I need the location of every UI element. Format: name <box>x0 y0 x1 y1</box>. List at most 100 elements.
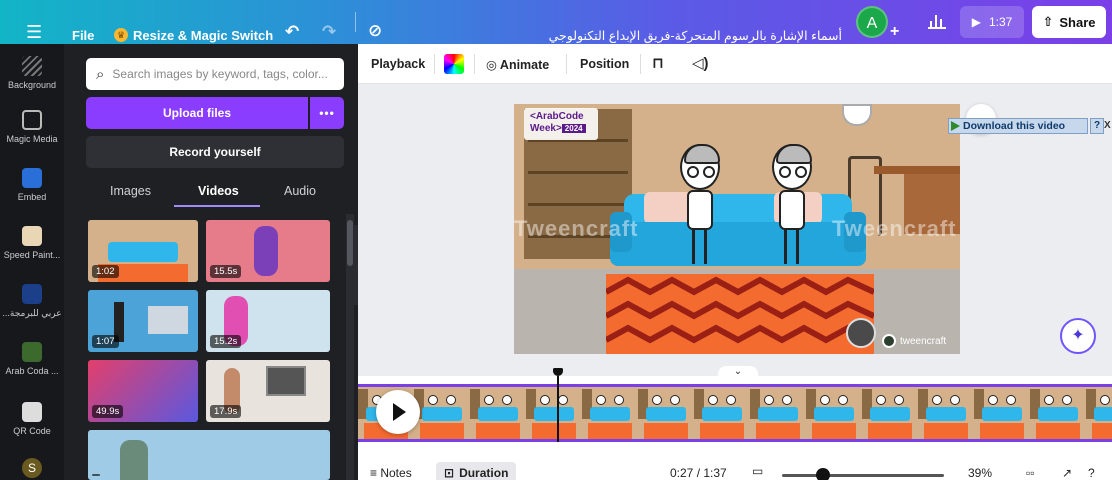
lock-icon[interactable]: ⊓ <box>652 54 664 72</box>
rail-item-qr-code[interactable]: QR Code <box>0 402 64 436</box>
color-picker-swatch[interactable] <box>444 54 464 74</box>
tweencraft-logo-text: tweencraft <box>900 335 947 347</box>
upload-files-button[interactable]: Upload files <box>86 97 308 129</box>
rail-item-embed[interactable]: Embed <box>0 168 64 202</box>
timeline-frame <box>694 387 750 439</box>
playback-button[interactable]: Playback <box>371 57 425 71</box>
media-tabs: Images Videos Audio <box>86 180 344 208</box>
playhead[interactable] <box>557 376 559 442</box>
video-thumbnail[interactable]: 49.9s <box>88 360 198 422</box>
timecode: 0:27 / 1:37 <box>670 466 727 480</box>
zoom-level[interactable]: 39% <box>968 466 992 480</box>
tweencraft-icon <box>882 334 896 348</box>
app-s-icon: S <box>22 458 42 478</box>
arab-code-icon <box>22 342 42 362</box>
badge-line2: Week> <box>530 123 562 134</box>
timeline-clip[interactable] <box>358 384 1112 442</box>
qr-code-icon <box>22 402 42 422</box>
duration-button[interactable]: ⊡ Duration <box>436 462 517 480</box>
active-tab-indicator <box>174 205 260 207</box>
timeline-frame <box>806 387 862 439</box>
arab-code-week-badge: <ArabCode Week> 2024 <box>524 108 598 140</box>
rail-item-background[interactable]: Background <box>0 56 64 90</box>
video-frame[interactable]: Tweencraft Tweencraft <ArabCode Week> 202… <box>514 104 960 354</box>
animate-button[interactable]: ◎ Animate <box>486 57 549 72</box>
rail-label: Embed <box>17 192 47 202</box>
pages-icon[interactable]: ▫▫ <box>1026 466 1035 480</box>
search-icon: ⌕ <box>96 65 105 83</box>
rail-label: Arab Coda ... <box>5 366 59 376</box>
play-icon <box>393 403 406 421</box>
download-help-button[interactable]: ? <box>1090 118 1104 134</box>
panel-scrollbar[interactable] <box>346 214 354 480</box>
divider <box>640 54 641 74</box>
animate-label: Animate <box>499 58 550 72</box>
upload-more-button[interactable]: ••• <box>310 97 344 129</box>
download-close-button[interactable]: X <box>1104 118 1112 134</box>
help-button[interactable]: ? <box>1088 466 1095 480</box>
rail-item-s[interactable]: S <box>0 458 64 480</box>
timeline-frame <box>638 387 694 439</box>
video-thumbnail[interactable]: 15.2s <box>206 290 330 352</box>
background-icon <box>22 56 42 76</box>
grid-view-icon[interactable]: ▭ <box>752 464 763 478</box>
position-button[interactable]: Position <box>580 57 629 71</box>
video-thumbnail[interactable]: 1:07 <box>88 290 198 352</box>
insights-icon[interactable] <box>928 11 946 29</box>
editor-toolbar: Playback ◎ Animate Position ⊓ ◁) <box>358 44 1112 84</box>
present-play-button[interactable]: ▶ 1:37 <box>960 6 1024 38</box>
divider <box>474 54 475 74</box>
video-thumbnail[interactable]: 15.5s <box>206 220 330 282</box>
play-icon: ▶ <box>971 15 981 29</box>
crown-icon: ♛ <box>114 28 128 42</box>
timeline-frame <box>414 387 470 439</box>
embed-icon <box>22 168 42 188</box>
animate-icon: ◎ <box>486 58 500 72</box>
video-duration: 15.2s <box>210 335 242 348</box>
tab-images[interactable]: Images <box>110 184 151 198</box>
rail-item-arab-code[interactable]: Arab Coda ... <box>0 342 64 376</box>
video-thumbnail[interactable]: 17.9s <box>206 360 330 422</box>
zoom-slider-handle[interactable] <box>815 468 830 480</box>
share-button[interactable]: ⇧ Share <box>1032 6 1106 38</box>
timeline-frame <box>750 387 806 439</box>
divider <box>434 54 435 74</box>
zigzag-rug <box>606 274 874 354</box>
download-video-button[interactable]: Download this video <box>948 118 1088 134</box>
fullscreen-icon[interactable]: ↗ <box>1062 466 1072 480</box>
volume-icon[interactable]: ◁) <box>692 54 709 72</box>
zoom-slider[interactable] <box>782 474 944 477</box>
rail-label: ...عربي للبرمجة <box>2 308 62 318</box>
magic-media-icon <box>22 110 42 130</box>
share-icon: ⇧ <box>1042 14 1054 29</box>
divider <box>566 54 567 74</box>
video-thumbnail[interactable]: 1:02 <box>88 220 198 282</box>
notes-label: Notes <box>380 466 412 480</box>
desk-top <box>874 166 960 174</box>
tab-videos[interactable]: Videos <box>198 184 239 198</box>
record-yourself-button[interactable]: Record yourself <box>86 136 344 168</box>
avatar[interactable]: A <box>856 6 888 38</box>
magic-sparkle-icon[interactable]: ✦ <box>1060 318 1096 354</box>
video-thumbnail[interactable] <box>88 430 330 480</box>
rail-item-magic-media[interactable]: Magic Media <box>0 110 64 144</box>
bottom-bar: ≡ Notes ⊡ Duration 0:27 / 1:37 ▭ 39% ▫▫ ↗… <box>358 456 1112 480</box>
timeline-frame <box>918 387 974 439</box>
search-placeholder: Search images by keyword, tags, color... <box>112 67 328 81</box>
rail-item-arabic-coding[interactable]: ...عربي للبرمجة <box>0 284 64 319</box>
tab-audio[interactable]: Audio <box>284 184 316 198</box>
notes-button[interactable]: ≡ Notes <box>370 466 412 480</box>
share-label: Share <box>1059 14 1096 30</box>
duration-icon: ⊡ <box>444 466 455 480</box>
timeline-frame <box>526 387 582 439</box>
rail-item-speed-paint[interactable]: Speed Paint... <box>0 226 64 260</box>
badge-year: 2024 <box>561 124 586 133</box>
download-label: Download this video <box>963 120 1066 132</box>
search-input[interactable]: ⌕ Search images by keyword, tags, color.… <box>86 58 344 90</box>
timeline-frame <box>1086 387 1112 439</box>
canvas-area: Tweencraft Tweencraft <ArabCode Week> 202… <box>358 84 1112 378</box>
resize-label: Resize & Magic Switch <box>133 27 274 43</box>
timeline-play-button[interactable] <box>376 390 420 434</box>
videos-panel: ⌕ Search images by keyword, tags, color.… <box>64 44 358 480</box>
side-rail: Background Magic Media Embed Speed Paint… <box>0 44 64 480</box>
